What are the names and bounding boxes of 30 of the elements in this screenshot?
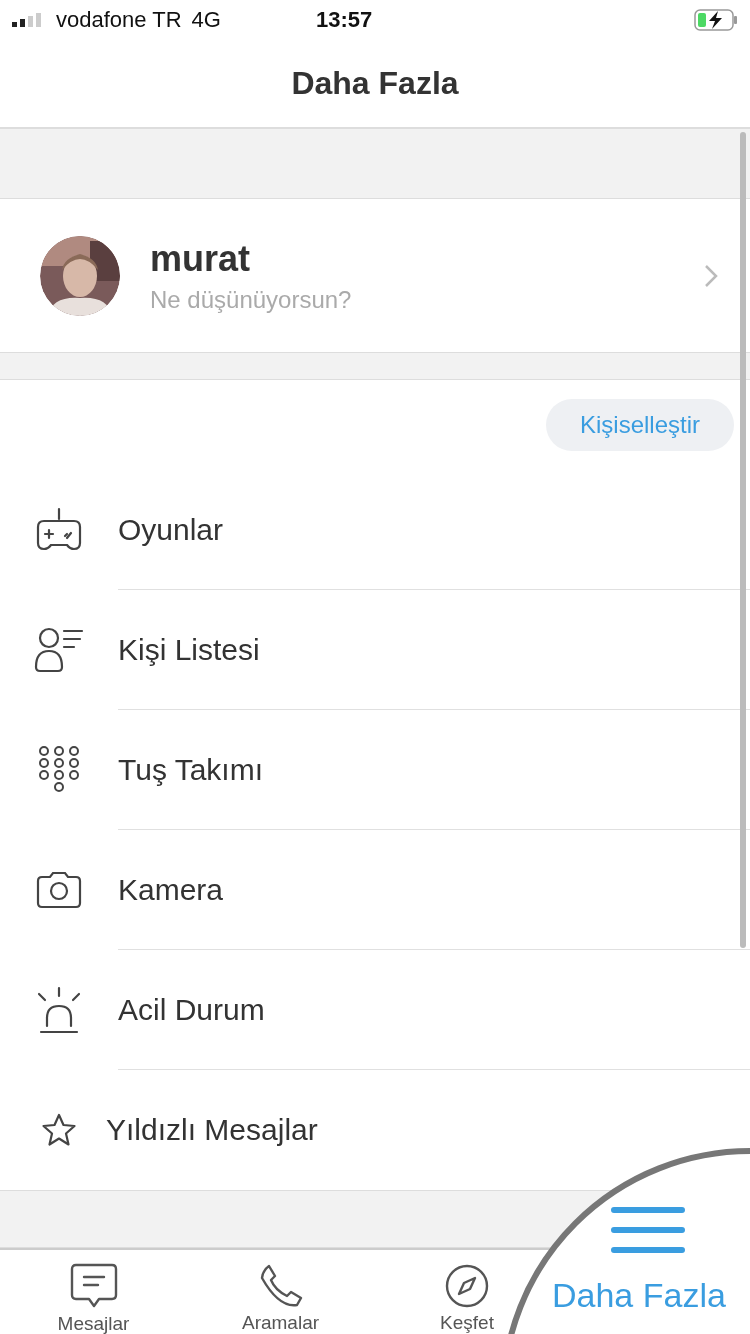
clock-time: 13:57 <box>315 7 373 33</box>
tab-item[interactable]: Aramalar <box>187 1250 374 1334</box>
menu-label: Tuş Takımı <box>118 753 264 787</box>
profile-status: Ne düşünüyorsun? <box>150 285 353 314</box>
profile-row[interactable]: murat Ne düşünüyorsun? <box>0 199 750 352</box>
phone-icon <box>258 1263 303 1308</box>
menu-icon <box>610 1206 686 1254</box>
menu-item[interactable]: Acil Durum <box>0 950 750 1070</box>
camera-icon <box>36 871 82 909</box>
network-type: 4G <box>191 7 221 33</box>
compass-icon <box>445 1263 489 1308</box>
tab-item[interactable]: Keşfet <box>427 1250 507 1334</box>
star-icon <box>41 1113 77 1147</box>
menu-label: Acil Durum <box>118 993 265 1027</box>
menu-label: Yıldızlı Mesajlar <box>106 1113 318 1147</box>
menu-label: Oyunlar <box>118 513 224 547</box>
tab-item[interactable]: Mesajlar <box>0 1250 187 1334</box>
keypad-icon <box>38 746 80 794</box>
battery-icon <box>694 9 738 31</box>
gamepad-icon <box>36 507 82 553</box>
contact-list-icon <box>34 627 84 673</box>
profile-name: murat <box>150 237 252 280</box>
menu-item[interactable]: Yıldızlı Mesajlar <box>0 1070 750 1190</box>
carrier-name: vodafone TR <box>56 7 182 33</box>
menu-label: Kamera <box>118 873 224 907</box>
siren-icon <box>35 986 83 1034</box>
screen-title: Daha Fazla <box>291 65 459 102</box>
chat-icon <box>69 1262 118 1309</box>
chevron-icon <box>704 263 718 288</box>
menu-label: Kişi Listesi <box>118 633 260 667</box>
